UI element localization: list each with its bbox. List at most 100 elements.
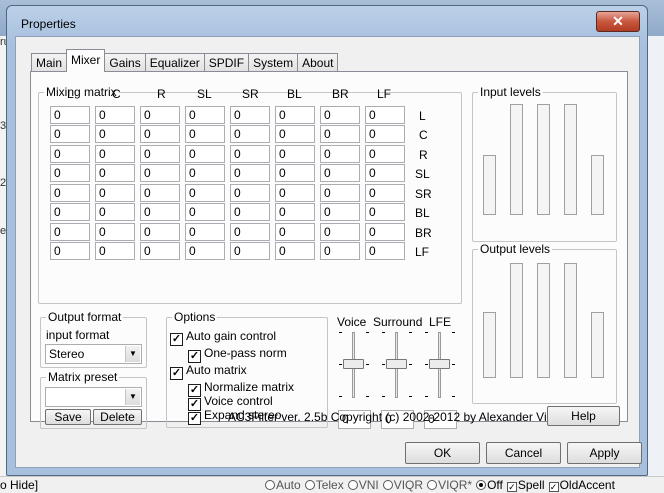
matrix-cell-input[interactable]: 0 (275, 203, 315, 221)
matrix-cell-input[interactable]: 0 (320, 125, 360, 143)
slider-thumb[interactable] (343, 359, 364, 369)
matrix-cell-input[interactable]: 0 (185, 125, 225, 143)
matrix-cell-input[interactable]: 0 (275, 242, 315, 260)
tab-mixer[interactable]: Mixer (66, 49, 106, 72)
matrix-cell-input[interactable]: 0 (230, 184, 270, 202)
tab-spdif[interactable]: SPDIF (203, 53, 250, 72)
matrix-cell-input[interactable]: 0 (95, 164, 135, 182)
slider-thumb[interactable] (429, 359, 450, 369)
voice-slider[interactable] (339, 330, 369, 402)
slider-thumb[interactable] (386, 359, 407, 369)
one-pass-norm-checkbox[interactable]: ✓ One-pass norm (188, 346, 287, 363)
matrix-cell-input[interactable]: 0 (275, 223, 315, 241)
tab-equalizer[interactable]: Equalizer (144, 53, 205, 72)
auto-gain-control-checkbox[interactable]: ✓ Auto gain control (170, 329, 276, 346)
matrix-cell-input[interactable]: 0 (50, 125, 90, 143)
matrix-cell-input[interactable]: 0 (230, 203, 270, 221)
matrix-cell-input[interactable]: 0 (95, 242, 135, 260)
matrix-cell-input[interactable]: 0 (185, 223, 225, 241)
matrix-cell-input[interactable]: 0 (185, 145, 225, 163)
matrix-cell-input[interactable]: 0 (320, 184, 360, 202)
status-option-vni[interactable]: VNI (347, 478, 379, 492)
matrix-cell-input[interactable]: 0 (275, 106, 315, 124)
status-option-auto[interactable]: Auto (265, 478, 301, 492)
matrix-cell-input[interactable]: 0 (365, 125, 405, 143)
apply-button[interactable]: Apply (567, 442, 642, 464)
matrix-cell-input[interactable]: 0 (230, 164, 270, 182)
matrix-cell-input[interactable]: 0 (230, 125, 270, 143)
status-option-viqr[interactable]: VIQR* (427, 478, 472, 492)
matrix-cell-input[interactable]: 0 (320, 145, 360, 163)
output-levels-title: Output levels (478, 242, 553, 256)
matrix-cell-input[interactable]: 0 (185, 242, 225, 260)
tab-main[interactable]: Main (31, 53, 68, 72)
matrix-cell-input[interactable]: 0 (140, 242, 180, 260)
matrix-cell-input[interactable]: 0 (275, 145, 315, 163)
matrix-cell-input[interactable]: 0 (365, 223, 405, 241)
matrix-cell-input[interactable]: 0 (365, 242, 405, 260)
auto-matrix-checkbox[interactable]: ✓ Auto matrix (170, 363, 247, 380)
matrix-cell-input[interactable]: 0 (95, 106, 135, 124)
chevron-down-icon[interactable]: ▼ (125, 389, 140, 405)
delete-preset-button[interactable]: Delete (93, 409, 142, 425)
matrix-cell-input[interactable]: 0 (140, 203, 180, 221)
chevron-down-icon[interactable]: ▼ (125, 346, 140, 362)
matrix-cell-input[interactable]: 0 (275, 164, 315, 182)
matrix-cell-input[interactable]: 0 (140, 106, 180, 124)
surround-slider[interactable] (382, 330, 412, 402)
matrix-cell-input[interactable]: 0 (320, 242, 360, 260)
status-option-off[interactable]: Off (476, 478, 503, 492)
matrix-preset-select[interactable]: ▼ (45, 387, 142, 407)
matrix-cell-input[interactable]: 0 (365, 145, 405, 163)
tab-system[interactable]: System (248, 53, 299, 72)
matrix-cell-input[interactable]: 0 (185, 203, 225, 221)
status-option-oldaccent[interactable]: ✓ OldAccent (548, 478, 615, 492)
matrix-cell-input[interactable]: 0 (230, 106, 270, 124)
close-button[interactable]: ✕ (596, 11, 640, 32)
matrix-cell-input[interactable]: 0 (50, 164, 90, 182)
status-option-viqr[interactable]: VIQR (382, 478, 423, 492)
matrix-cell-input[interactable]: 0 (320, 203, 360, 221)
matrix-cell-input[interactable]: 0 (95, 145, 135, 163)
tab-gains[interactable]: Gains (104, 53, 146, 72)
matrix-cell-input[interactable]: 0 (50, 203, 90, 221)
matrix-cell-input[interactable]: 0 (95, 184, 135, 202)
matrix-cell-input[interactable]: 0 (230, 145, 270, 163)
matrix-cell-input[interactable]: 0 (365, 106, 405, 124)
status-option-telex[interactable]: Telex (304, 478, 344, 492)
matrix-cell-input[interactable]: 0 (50, 184, 90, 202)
matrix-cell-input[interactable]: 0 (365, 164, 405, 182)
matrix-cell-input[interactable]: 0 (95, 223, 135, 241)
matrix-cell-input[interactable]: 0 (185, 184, 225, 202)
matrix-cell-input[interactable]: 0 (140, 125, 180, 143)
matrix-cell-input[interactable]: 0 (95, 203, 135, 221)
matrix-cell-input[interactable]: 0 (95, 125, 135, 143)
ok-button[interactable]: OK (405, 442, 480, 464)
matrix-cell-input[interactable]: 0 (230, 223, 270, 241)
matrix-cell-input[interactable]: 0 (365, 203, 405, 221)
matrix-cell-input[interactable]: 0 (140, 223, 180, 241)
lfe-slider[interactable] (425, 330, 455, 402)
matrix-cell-input[interactable]: 0 (230, 242, 270, 260)
matrix-cell-input[interactable]: 0 (140, 184, 180, 202)
tab-about[interactable]: About (297, 53, 339, 72)
matrix-cell-input[interactable]: 0 (50, 106, 90, 124)
matrix-cell-input[interactable]: 0 (275, 184, 315, 202)
matrix-cell-input[interactable]: 0 (140, 164, 180, 182)
status-option-spell[interactable]: ✓ Spell (506, 478, 545, 492)
cancel-button[interactable]: Cancel (486, 442, 561, 464)
matrix-cell-input[interactable]: 0 (320, 223, 360, 241)
matrix-cell-input[interactable]: 0 (320, 164, 360, 182)
matrix-cell-input[interactable]: 0 (365, 184, 405, 202)
matrix-cell-input[interactable]: 0 (320, 106, 360, 124)
matrix-cell-input[interactable]: 0 (140, 145, 180, 163)
output-format-select[interactable]: Stereo ▼ (45, 344, 142, 364)
help-button[interactable]: Help (547, 406, 620, 426)
matrix-cell-input[interactable]: 0 (275, 125, 315, 143)
matrix-cell-input[interactable]: 0 (50, 242, 90, 260)
matrix-cell-input[interactable]: 0 (50, 145, 90, 163)
matrix-cell-input[interactable]: 0 (50, 223, 90, 241)
matrix-cell-input[interactable]: 0 (185, 106, 225, 124)
save-preset-button[interactable]: Save (45, 409, 91, 425)
matrix-cell-input[interactable]: 0 (185, 164, 225, 182)
